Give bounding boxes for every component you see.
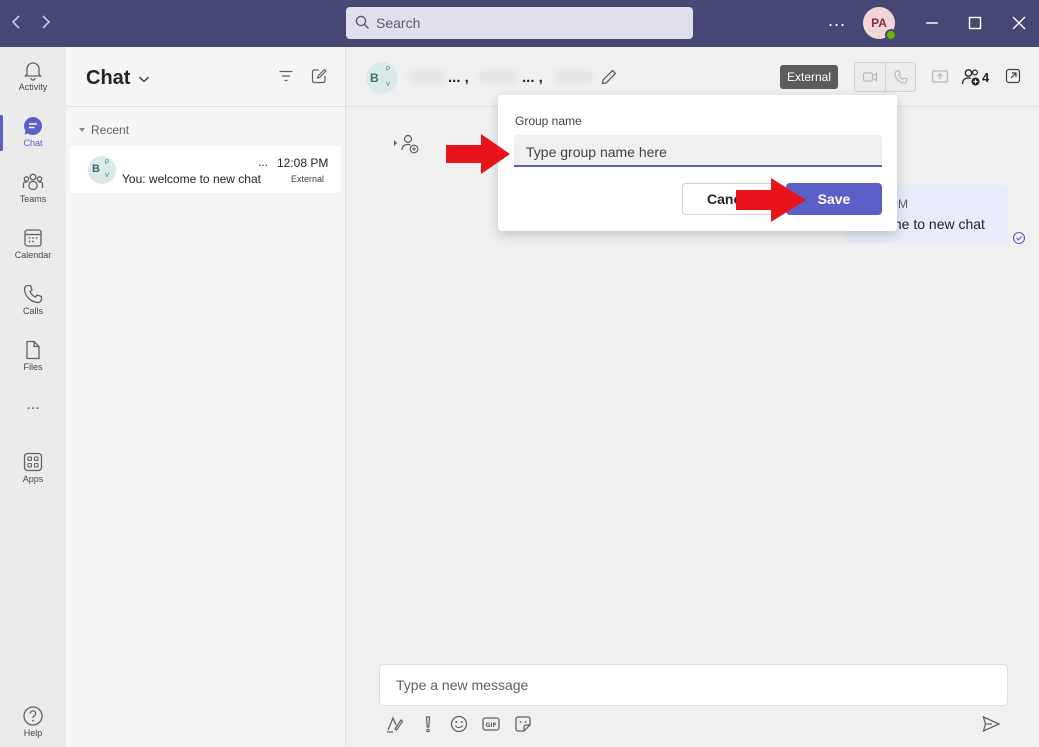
avatar-letter-p: P (105, 160, 110, 166)
chat-list-pane: Chat Recent B P V ... 12:08 PM You: welc… (66, 47, 346, 747)
chevron-down-icon[interactable] (138, 71, 150, 89)
rail-label-calendar: Calendar (14, 250, 52, 260)
rail-item-help[interactable]: Help (0, 697, 66, 747)
rail-item-activity[interactable]: Activity (0, 51, 66, 103)
maximize-icon[interactable] (963, 11, 987, 35)
add-people-button[interactable] (393, 133, 423, 160)
back-arrow-icon[interactable] (11, 12, 23, 34)
emoji-icon[interactable] (449, 714, 469, 739)
bell-icon (24, 62, 42, 81)
close-icon[interactable] (1007, 11, 1031, 35)
chat-item-external-tag: External (291, 174, 325, 184)
sticker-icon[interactable] (513, 714, 533, 739)
avatar-letter-b: B (370, 71, 379, 85)
apps-icon (23, 452, 43, 472)
group-avatar: B P V (366, 62, 398, 94)
annotation-arrow-icon (446, 134, 510, 174)
group-name-label: Group name (515, 114, 582, 128)
chat-list-title[interactable]: Chat (86, 67, 130, 90)
send-icon[interactable] (981, 714, 1001, 739)
composer-placeholder: Type a new message (396, 677, 529, 693)
group-name-dialog: Group name Type group name here Cancel S… (498, 95, 897, 231)
blurred-name (478, 70, 518, 84)
avatar-initials: PA (871, 16, 887, 30)
recent-label: Recent (91, 123, 130, 137)
avatar-letter-v: V (105, 173, 110, 179)
chat-list-header: Chat (66, 47, 346, 107)
avatar-letter-p: P (386, 67, 391, 73)
chat-item-time: 12:08 PM (277, 156, 329, 170)
file-icon (26, 340, 40, 360)
rail-label-calls: Calls (22, 306, 43, 316)
format-icon[interactable] (385, 714, 405, 739)
group-name-input[interactable]: Type group name here (514, 135, 882, 167)
caret-down-icon (79, 128, 85, 132)
active-indicator (0, 115, 3, 151)
rail-label-help: Help (23, 728, 43, 738)
blurred-name (554, 70, 594, 84)
rail-label-activity: Activity (18, 82, 48, 92)
video-call-icon[interactable] (862, 69, 878, 90)
avatar-letter-v: V (386, 82, 391, 88)
search-placeholder: Search (376, 15, 421, 31)
rail-label-chat: Chat (23, 138, 43, 148)
chat-list-item[interactable]: B P V ... 12:08 PM You: welcome to new c… (70, 146, 341, 193)
message-text: me to new chat (890, 216, 985, 232)
phone-icon (23, 284, 43, 304)
profile-avatar[interactable]: PA (863, 7, 897, 41)
external-badge: External (780, 65, 838, 89)
chat-item-more[interactable]: ... (258, 155, 268, 169)
recent-section-header[interactable]: Recent (78, 123, 129, 137)
title-bar: Search ... PA (0, 0, 1039, 47)
important-icon[interactable] (418, 714, 438, 739)
people-add-icon[interactable] (961, 67, 981, 92)
search-icon (355, 15, 370, 35)
new-chat-icon[interactable] (311, 68, 327, 89)
calendar-icon (24, 229, 42, 247)
gif-icon[interactable]: GIF (481, 714, 501, 739)
pop-out-icon[interactable] (1005, 68, 1021, 89)
minimize-icon[interactable] (920, 11, 944, 35)
annotation-arrow-icon (736, 178, 806, 222)
rail-more-apps-button[interactable]: ... (0, 395, 66, 419)
more-options-button[interactable]: ... (828, 10, 846, 31)
rail-item-teams[interactable]: Teams (0, 163, 66, 215)
rail-item-apps[interactable]: Apps (0, 443, 66, 495)
participant-name-1: ... , (448, 69, 469, 86)
chat-item-preview: You: welcome to new chat (122, 172, 261, 186)
seen-check-icon (1012, 231, 1026, 250)
app-rail: Activity Chat Teams Calendar Calls Files… (0, 47, 66, 747)
rail-item-chat[interactable]: Chat (0, 107, 66, 159)
edit-pencil-icon[interactable] (600, 68, 618, 91)
audio-call-icon[interactable] (893, 69, 909, 90)
chat-icon (24, 117, 42, 135)
group-name-placeholder: Type group name here (526, 144, 667, 160)
blurred-name (408, 70, 446, 84)
divider (885, 63, 886, 91)
rail-label-files: Files (23, 362, 43, 372)
rail-item-calls[interactable]: Calls (0, 275, 66, 327)
share-screen-icon[interactable] (931, 69, 949, 90)
chat-avatar: B P V (88, 156, 116, 184)
avatar-letter-b: B (92, 163, 100, 175)
search-box[interactable]: Search (346, 7, 693, 39)
presence-available-icon (885, 29, 897, 41)
help-icon (23, 706, 43, 726)
teams-icon (22, 173, 44, 191)
participant-count[interactable]: 4 (982, 70, 989, 85)
forward-arrow-icon[interactable] (40, 12, 52, 34)
participant-name-2: ... , (522, 69, 543, 86)
filter-icon[interactable] (278, 68, 294, 89)
rail-label-teams: Teams (19, 194, 47, 204)
message-composer[interactable]: Type a new message (379, 664, 1008, 706)
rail-label-apps: Apps (22, 474, 44, 484)
svg-text:GIF: GIF (485, 722, 496, 729)
rail-item-files[interactable]: Files (0, 331, 66, 383)
rail-item-calendar[interactable]: Calendar (0, 219, 66, 271)
call-button-group (854, 62, 916, 92)
